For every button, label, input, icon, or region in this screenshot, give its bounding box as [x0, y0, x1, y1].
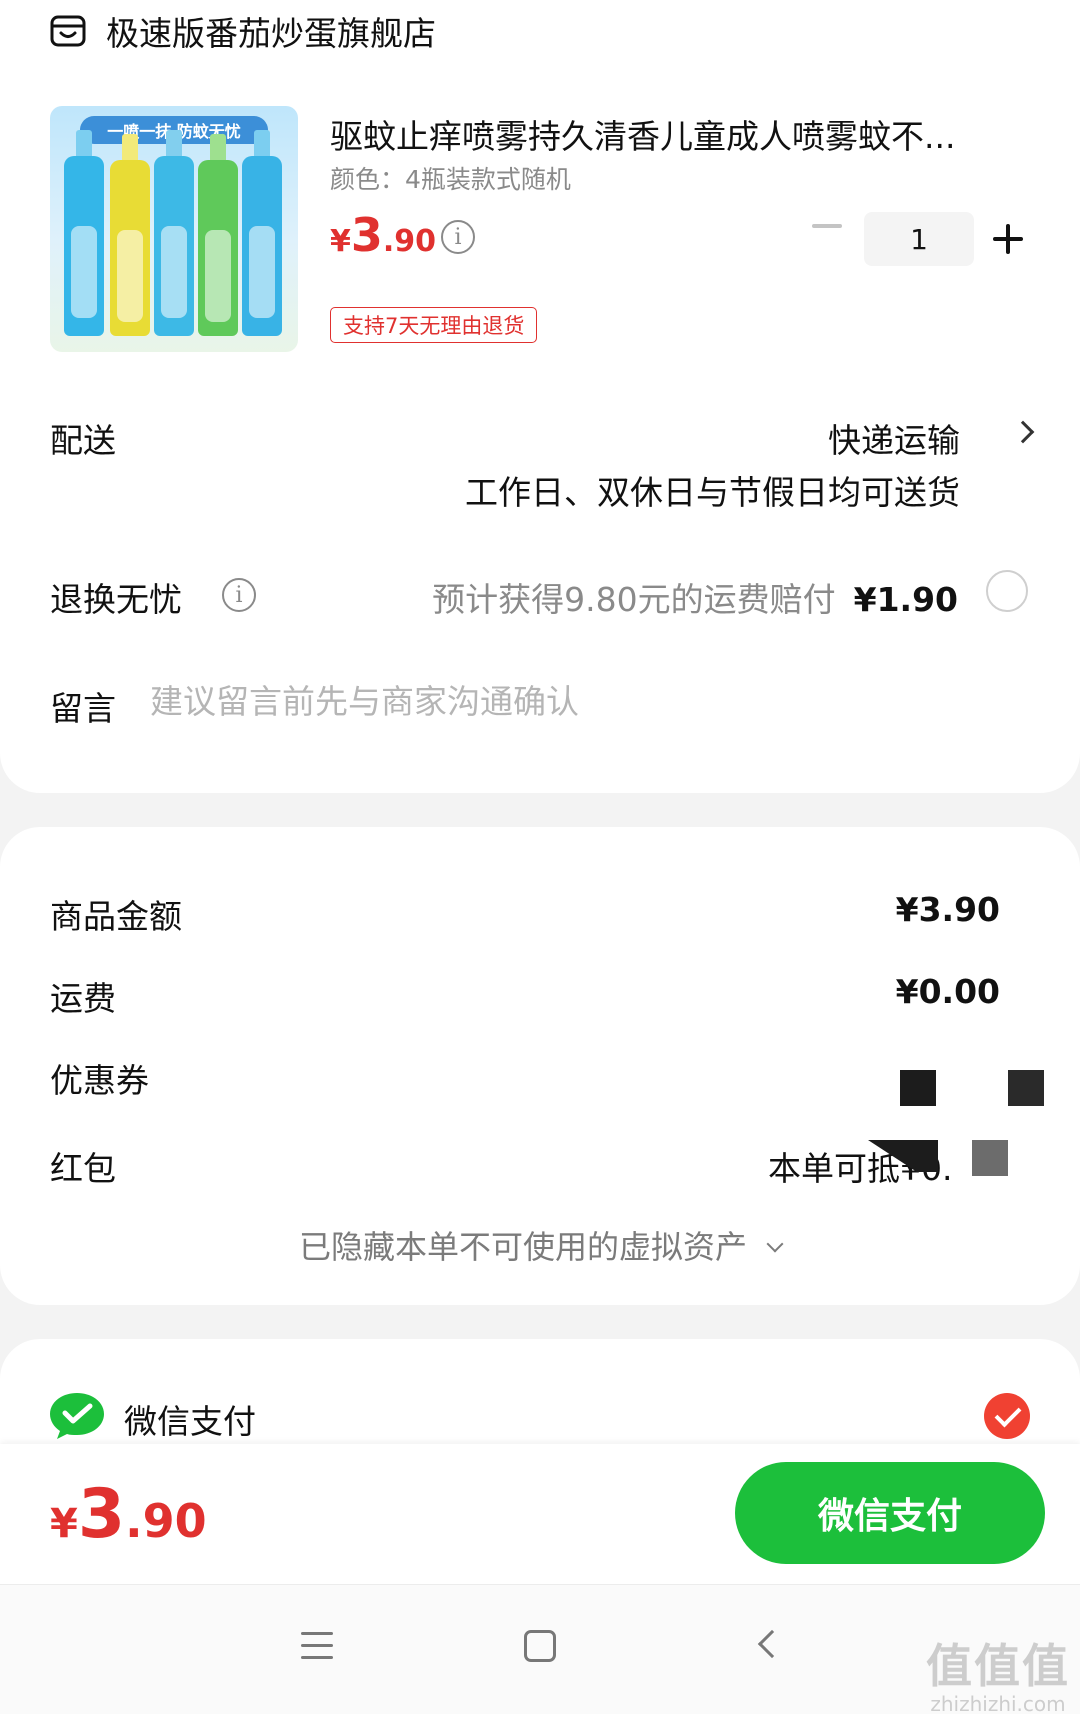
shop-name: 极速版番茄炒蛋旗舰店 — [106, 14, 436, 53]
check-icon[interactable] — [984, 1393, 1030, 1439]
bottle-graphic — [110, 134, 150, 336]
total-price: ¥3.90 — [50, 1475, 207, 1554]
home-icon[interactable] — [524, 1630, 556, 1662]
bottle-graphic — [154, 130, 194, 336]
shipping-value: ¥0.00 — [895, 972, 1000, 1011]
delivery-label: 配送 — [50, 421, 116, 460]
coupon-label: 优惠券 — [50, 1061, 149, 1100]
payment-method-label[interactable]: 微信支付 — [124, 1395, 256, 1443]
product-image[interactable]: 一喷一抹 防蚊无忧 — [50, 106, 298, 352]
store-icon — [50, 15, 86, 47]
quantity-plus-button[interactable] — [993, 224, 1023, 254]
product-price: ¥3.90 — [330, 208, 437, 262]
quantity-field[interactable]: 1 — [864, 212, 974, 266]
delivery-method[interactable]: 快递运输 — [828, 414, 960, 462]
red-packet-label: 红包 — [50, 1149, 116, 1188]
wechat-pay-icon — [50, 1393, 104, 1439]
return-policy-badge: 支持7天无理由退货 — [330, 307, 538, 343]
message-input[interactable] — [150, 682, 970, 721]
hassle-free-radio[interactable] — [986, 570, 1028, 612]
hassle-free-description: 预计获得9.80元的运费赔付 ¥1.90 — [432, 580, 958, 619]
chevron-down-icon — [766, 1235, 784, 1253]
info-icon[interactable]: i — [222, 578, 256, 612]
coupon-redaction[interactable] — [1008, 1070, 1044, 1106]
goods-amount-value: ¥3.90 — [895, 890, 1000, 929]
product-spec[interactable]: 颜色：4瓶装款式随机 — [330, 160, 571, 196]
bottle-graphic — [242, 130, 282, 336]
hassle-free-price: ¥1.90 — [853, 580, 958, 619]
hassle-free-label: 退换无忧 — [50, 580, 182, 619]
hidden-assets-toggle[interactable]: 已隐藏本单不可使用的虚拟资产 — [0, 1222, 1080, 1268]
delivery-description: 工作日、双休日与节假日均可送货 — [465, 473, 960, 512]
quantity-minus-button[interactable] — [812, 224, 842, 228]
message-label: 留言 — [50, 689, 116, 728]
bottle-graphic — [198, 134, 238, 336]
goods-amount-label: 商品金额 — [50, 897, 182, 936]
watermark: 值值值 zhizhizhi.com — [926, 1639, 1070, 1714]
coupon-redaction — [900, 1070, 936, 1106]
shipping-label: 运费 — [50, 979, 116, 1018]
menu-icon[interactable] — [301, 1632, 333, 1660]
product-title[interactable]: 驱蚊止痒喷雾持久清香儿童成人喷雾蚊不... — [330, 110, 1030, 158]
shop-header[interactable]: 极速版番茄炒蛋旗舰店 — [50, 8, 436, 54]
info-icon[interactable]: i — [441, 220, 475, 254]
red-packet-redaction[interactable] — [972, 1140, 1008, 1176]
bottle-graphic — [64, 130, 104, 336]
wechat-pay-button[interactable]: 微信支付 — [735, 1462, 1045, 1564]
